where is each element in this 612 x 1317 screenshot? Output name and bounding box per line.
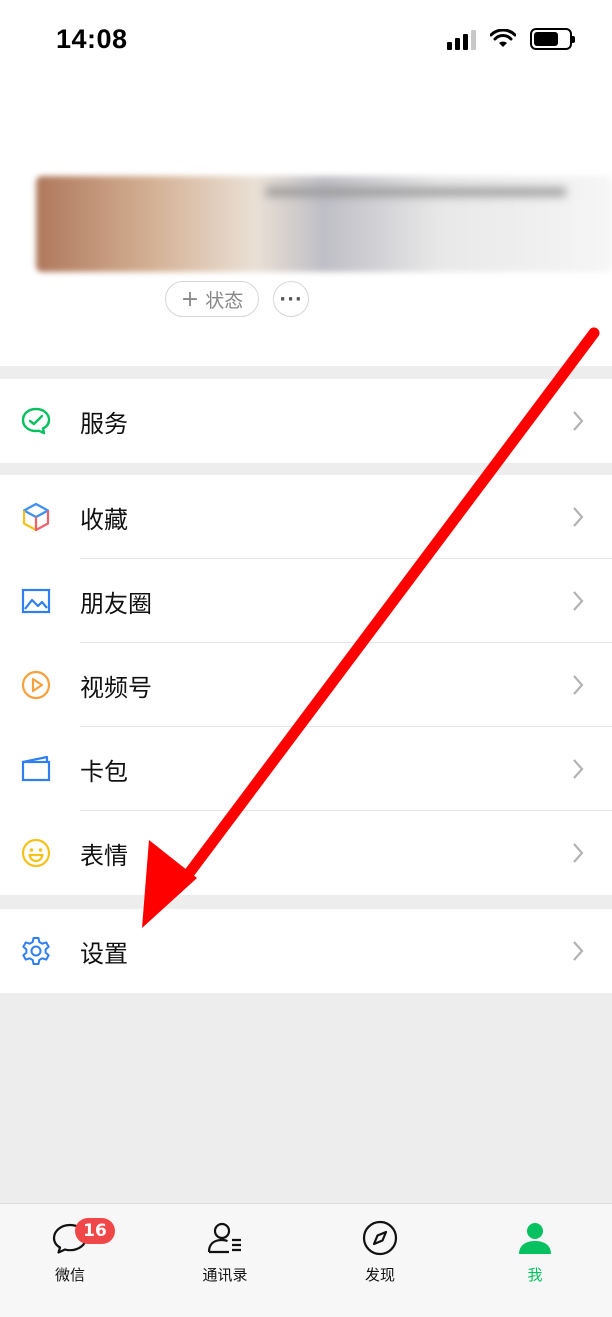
bottom-tab-bar: 微信 16 通讯录 发现 我 <box>0 1203 612 1317</box>
menu-item-label: 收藏 <box>80 505 128 534</box>
tab-contacts[interactable]: 通讯录 <box>170 1218 280 1285</box>
tab-chats[interactable]: 微信 16 <box>15 1218 125 1285</box>
menu-group-settings: 设置 <box>0 909 612 993</box>
tab-label: 微信 <box>54 1266 85 1284</box>
chevron-right-icon <box>573 411 584 431</box>
add-status-button[interactable]: + 状态 <box>165 281 259 317</box>
compass-icon <box>362 1220 398 1256</box>
contacts-icon <box>207 1222 241 1254</box>
menu-item-label: 视频号 <box>80 673 152 702</box>
menu-item-label: 表情 <box>80 841 128 870</box>
chevron-right-icon <box>573 675 584 695</box>
menu-item-favorites[interactable]: 收藏 <box>0 475 612 559</box>
menu-group-services: 服务 <box>0 379 612 463</box>
chevron-right-icon <box>573 843 584 863</box>
menu-item-stickers[interactable]: 表情 <box>0 811 612 895</box>
services-icon <box>21 407 51 435</box>
plus-icon: + <box>180 286 200 312</box>
more-button[interactable]: ··· <box>273 281 309 317</box>
menu-group-main: 收藏 朋友圈 视频号 卡包 表情 <box>0 475 612 895</box>
channels-play-icon <box>21 670 51 700</box>
wallet-card-icon <box>21 755 51 782</box>
chevron-right-icon <box>573 759 584 779</box>
menu-item-label: 设置 <box>80 939 128 968</box>
status-time: 14:08 <box>56 24 128 54</box>
battery-icon <box>530 28 575 50</box>
menu-item-label: 服务 <box>80 409 128 438</box>
status-icons <box>447 28 575 50</box>
menu-item-label: 朋友圈 <box>80 589 152 618</box>
profile-header: + 状态 ··· <box>0 80 612 366</box>
menu-item-cards[interactable]: 卡包 <box>0 727 612 811</box>
menu-item-moments[interactable]: 朋友圈 <box>0 559 612 643</box>
tab-me[interactable]: 我 <box>480 1218 590 1285</box>
moments-picture-icon <box>21 588 51 614</box>
more-icon: ··· <box>279 288 303 310</box>
menu-item-services[interactable]: 服务 <box>0 379 612 463</box>
smiley-icon <box>21 838 51 868</box>
blurred-profile-info[interactable] <box>36 176 612 272</box>
cellular-signal-icon <box>447 28 476 50</box>
status-button-label: 状态 <box>205 289 244 312</box>
chevron-right-icon <box>573 591 584 611</box>
chevron-right-icon <box>573 507 584 527</box>
status-bar: 14:08 <box>0 0 612 80</box>
menu-item-settings[interactable]: 设置 <box>0 909 612 993</box>
tab-discover[interactable]: 发现 <box>325 1218 435 1285</box>
menu-item-channels[interactable]: 视频号 <box>0 643 612 727</box>
tab-label: 通讯录 <box>202 1266 248 1284</box>
wifi-icon <box>490 29 516 47</box>
profile-person-icon <box>519 1223 551 1254</box>
tab-label: 我 <box>527 1266 543 1284</box>
tab-label: 发现 <box>364 1266 395 1284</box>
gear-icon <box>22 937 50 965</box>
unread-badge: 16 <box>75 1218 115 1244</box>
favorites-cube-icon <box>22 502 50 532</box>
chevron-right-icon <box>573 941 584 961</box>
menu-item-label: 卡包 <box>80 757 128 786</box>
